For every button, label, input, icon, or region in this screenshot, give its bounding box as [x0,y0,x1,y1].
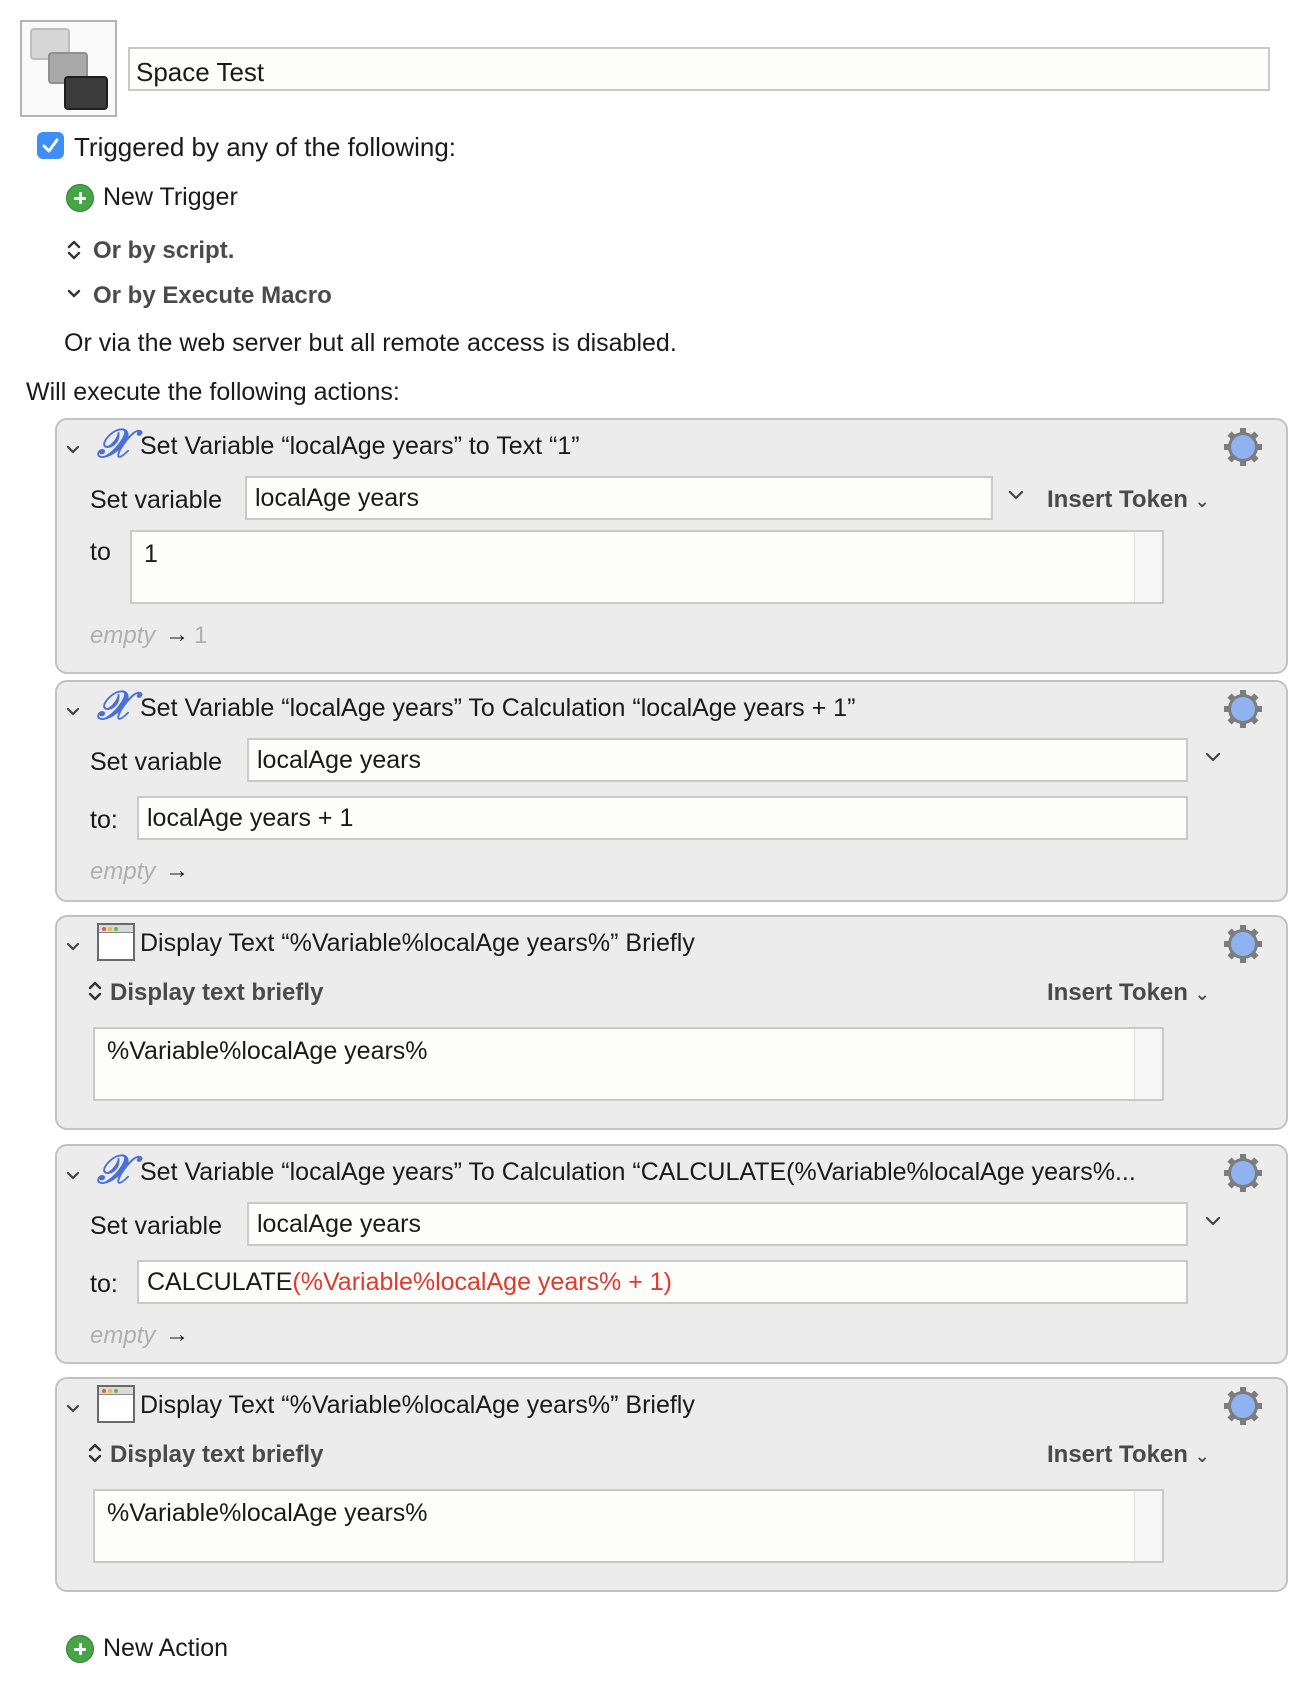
chevron-down-icon[interactable] [65,1168,81,1184]
action-title: Set Variable “localAge years” To Calcula… [140,1158,1136,1186]
chevron-down-icon: ⌄ [1194,984,1210,1004]
chevron-down-icon[interactable] [65,442,81,458]
calculation-field[interactable]: localAge years + 1 [137,796,1188,840]
checkmark-icon [42,138,59,153]
insert-token-label: Insert Token [1047,1441,1188,1468]
chevron-down-icon: ⌄ [1194,491,1210,511]
calculation-function: CALCULATE [147,1268,293,1296]
macro-name-field[interactable]: Space Test [128,47,1270,91]
action-set-variable-calculate[interactable]: 𝒳 Set Variable “localAge years” To Calcu… [55,1144,1288,1364]
action-title: Display Text “%Variable%localAge years%”… [140,929,695,957]
variable-dropdown-chevron-icon[interactable] [1204,750,1222,766]
display-text-value: %Variable%localAge years% [107,1037,428,1065]
variable-name-field[interactable]: localAge years [247,738,1188,782]
updown-chevron-icon[interactable] [87,1441,103,1465]
set-variable-label: Set variable [90,486,223,514]
chevron-down-icon: ⌄ [1194,1446,1210,1466]
insert-token-menu[interactable]: Insert Token ⌄ [1047,1441,1210,1469]
empty-preview-label: empty [90,858,156,885]
new-action-plus-icon[interactable] [66,1635,94,1663]
action-title: Set Variable “localAge years” To Calcula… [140,694,856,722]
new-action-button[interactable]: New Action [103,1634,228,1663]
chevron-down-icon[interactable] [65,704,81,720]
variable-x-icon: 𝒳 [97,1146,132,1193]
updown-chevron-icon[interactable] [66,238,82,262]
empty-preview-label: empty [90,1322,156,1349]
display-mode-selector[interactable]: Display text briefly [110,979,323,1007]
display-text-area[interactable]: %Variable%localAge years% [93,1027,1164,1101]
display-text-area[interactable]: %Variable%localAge years% [93,1489,1164,1563]
triggered-checkbox[interactable] [37,132,64,159]
will-execute-label: Will execute the following actions: [26,378,400,406]
variable-dropdown-chevron-icon[interactable] [1204,1214,1222,1230]
gear-icon[interactable] [1222,426,1264,468]
set-variable-label: Set variable [90,1212,223,1240]
gear-icon[interactable] [1222,923,1264,965]
set-variable-label: Set variable [90,748,223,776]
gear-icon[interactable] [1222,688,1264,730]
action-set-variable-text[interactable]: 𝒳 Set Variable “localAge years” to Text … [55,418,1288,674]
scrollbar[interactable] [1134,1029,1162,1099]
new-trigger-button[interactable]: New Trigger [103,183,238,212]
or-by-execute-macro-toggle[interactable]: Or by Execute Macro [93,282,332,310]
action-display-text[interactable]: Display Text “%Variable%localAge years%”… [55,1377,1288,1592]
insert-token-menu[interactable]: Insert Token ⌄ [1047,979,1210,1007]
action-display-text[interactable]: Display Text “%Variable%localAge years%”… [55,915,1288,1130]
preview-result: 1 [194,622,208,649]
macro-icon[interactable] [20,20,117,117]
scrollbar[interactable] [1134,1491,1162,1561]
action-title: Set Variable “localAge years” to Text “1… [140,432,580,460]
to-label: to: [90,1270,118,1298]
chevron-down-icon[interactable] [66,286,82,302]
arrow-right-icon: → [165,857,189,884]
variable-name-field[interactable]: localAge years [245,476,993,520]
text-value: 1 [144,540,158,568]
arrow-right-icon: → [165,621,189,648]
display-mode-selector[interactable]: Display text briefly [110,1441,323,1469]
new-trigger-plus-icon[interactable] [66,184,94,212]
empty-preview-label: empty [90,622,156,649]
or-by-script-toggle[interactable]: Or by script. [93,237,234,265]
to-label: to: [90,806,118,834]
variable-x-icon: 𝒳 [97,420,132,467]
action-title: Display Text “%Variable%localAge years%”… [140,1391,695,1419]
chevron-down-icon[interactable] [65,1401,81,1417]
scrollbar[interactable] [1134,532,1162,602]
calculation-error-text: (%Variable%localAge years% + 1) [292,1268,672,1296]
calculation-field[interactable]: CALCULATE(%Variable%localAge years% + 1) [137,1260,1188,1304]
display-text-value: %Variable%localAge years% [107,1499,428,1527]
updown-chevron-icon[interactable] [87,979,103,1003]
gear-icon[interactable] [1222,1385,1264,1427]
display-window-icon [97,923,135,961]
arrow-right-icon: → [165,1321,189,1348]
chevron-down-icon[interactable] [65,939,81,955]
variable-dropdown-chevron-icon[interactable] [1007,488,1025,504]
to-label: to [90,538,111,566]
variable-name-field[interactable]: localAge years [247,1202,1188,1246]
insert-token-menu[interactable]: Insert Token ⌄ [1047,486,1210,514]
display-window-icon [97,1385,135,1423]
action-set-variable-calculation[interactable]: 𝒳 Set Variable “localAge years” To Calcu… [55,680,1288,902]
insert-token-label: Insert Token [1047,979,1188,1006]
insert-token-label: Insert Token [1047,486,1188,513]
web-server-text: Or via the web server but all remote acc… [64,329,677,357]
triggered-label: Triggered by any of the following: [74,132,457,162]
gear-icon[interactable] [1222,1152,1264,1194]
variable-x-icon: 𝒳 [97,682,132,729]
text-value-area[interactable]: 1 [130,530,1164,604]
